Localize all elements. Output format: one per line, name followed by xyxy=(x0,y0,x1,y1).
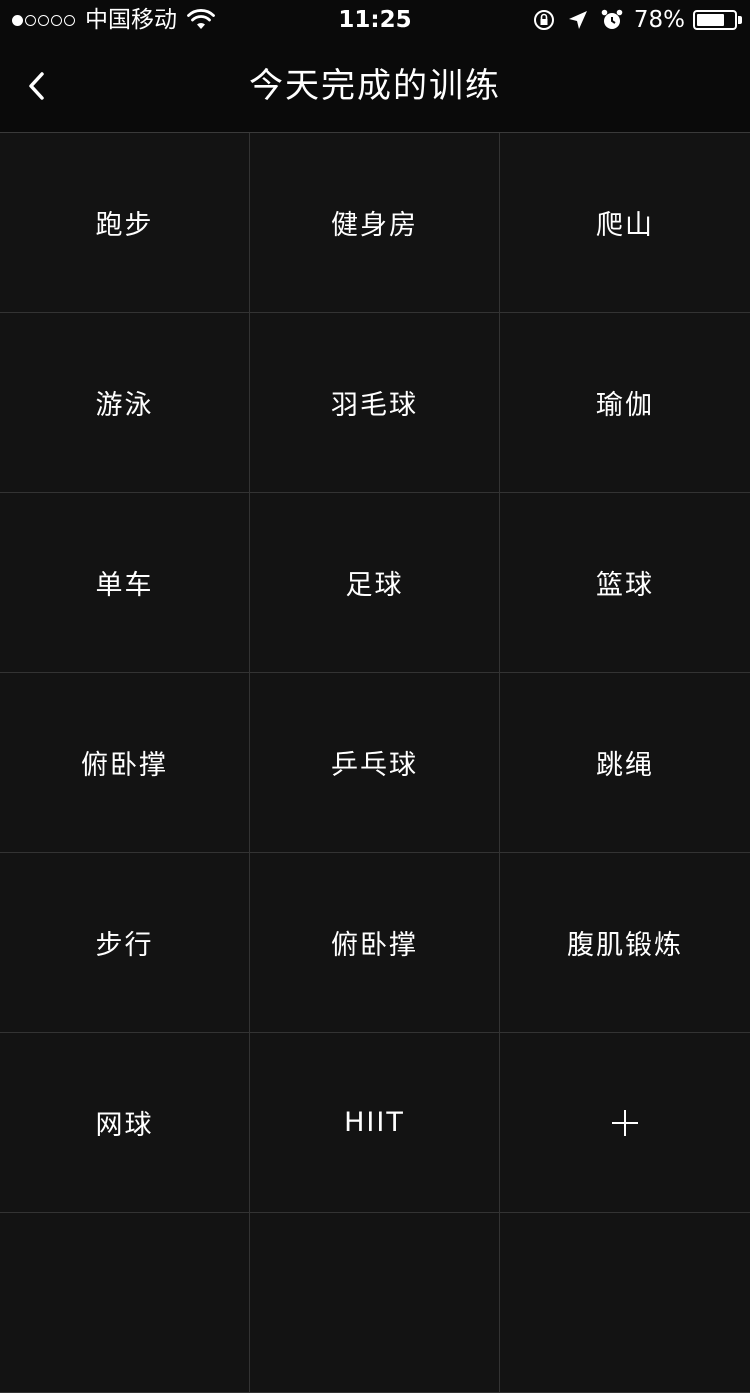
activity-cell[interactable]: 俯卧撑 xyxy=(250,853,500,1033)
plus-icon xyxy=(612,1109,638,1136)
rotation-lock-icon xyxy=(533,10,554,30)
activity-label: 乒乓球 xyxy=(331,750,418,781)
activity-label: 羽毛球 xyxy=(331,390,418,421)
activity-cell[interactable]: 腹肌锻炼 xyxy=(500,853,750,1033)
activity-label: 俯卧撑 xyxy=(331,930,418,961)
activity-cell[interactable]: 爬山 xyxy=(500,133,750,313)
activity-label: 健身房 xyxy=(331,210,418,241)
activity-label: 步行 xyxy=(95,930,154,961)
activity-label: 瑜伽 xyxy=(596,390,654,421)
battery-percentage: 78% xyxy=(633,7,685,33)
activity-label: 单车 xyxy=(95,570,154,601)
activity-grid: 跑步 健身房 爬山 游泳 羽毛球 瑜伽 单车 足球 篮球 俯卧撑 乒乓球 跳绳 步行 俯卧撑 腹肌锻炼 网球 H… xyxy=(0,133,750,1393)
activity-cell[interactable]: 网球 xyxy=(0,1033,250,1213)
activity-cell[interactable]: 足球 xyxy=(250,493,500,673)
activity-cell[interactable]: 跳绳 xyxy=(500,673,750,853)
activity-cell[interactable]: 乒乓球 xyxy=(250,673,500,853)
activity-label: 篮球 xyxy=(596,570,654,601)
activity-label: 跳绳 xyxy=(596,750,654,781)
battery-icon xyxy=(693,10,737,30)
activity-cell[interactable]: 篮球 xyxy=(500,493,750,673)
activity-cell[interactable]: 单车 xyxy=(0,493,250,673)
alarm-clock-icon xyxy=(601,9,623,29)
activity-cell[interactable]: 游泳 xyxy=(0,313,250,493)
activity-label: 网球 xyxy=(95,1110,154,1141)
activity-label: 爬山 xyxy=(596,210,654,241)
activity-cell[interactable]: 跑步 xyxy=(0,133,250,313)
location-arrow-icon xyxy=(568,11,587,29)
page-title: 今天完成的训练 xyxy=(249,66,501,106)
empty-cell xyxy=(500,1213,750,1393)
activity-cell[interactable]: 健身房 xyxy=(250,133,500,313)
status-bar: 中国移动 11:25 78% xyxy=(0,0,750,40)
activity-cell[interactable]: HIIT xyxy=(250,1033,500,1213)
battery-cap xyxy=(738,16,742,24)
empty-cell xyxy=(250,1213,500,1393)
activity-label: HIIT xyxy=(344,1107,405,1138)
activity-cell[interactable]: 羽毛球 xyxy=(250,313,500,493)
navigation-bar: 今天完成的训练 xyxy=(0,40,750,133)
activity-label: 俯卧撑 xyxy=(81,750,168,781)
activity-cell[interactable]: 瑜伽 xyxy=(500,313,750,493)
activity-cell[interactable]: 俯卧撑 xyxy=(0,673,250,853)
battery-level xyxy=(697,14,725,26)
empty-cell xyxy=(0,1213,250,1393)
add-activity-button[interactable] xyxy=(500,1033,750,1213)
activity-label: 游泳 xyxy=(95,390,154,421)
status-bar-right: 78% xyxy=(522,6,742,34)
activity-label: 跑步 xyxy=(95,210,154,241)
activity-cell[interactable]: 步行 xyxy=(0,853,250,1033)
activity-label: 腹肌锻炼 xyxy=(567,930,683,961)
activity-label: 足球 xyxy=(345,570,404,601)
